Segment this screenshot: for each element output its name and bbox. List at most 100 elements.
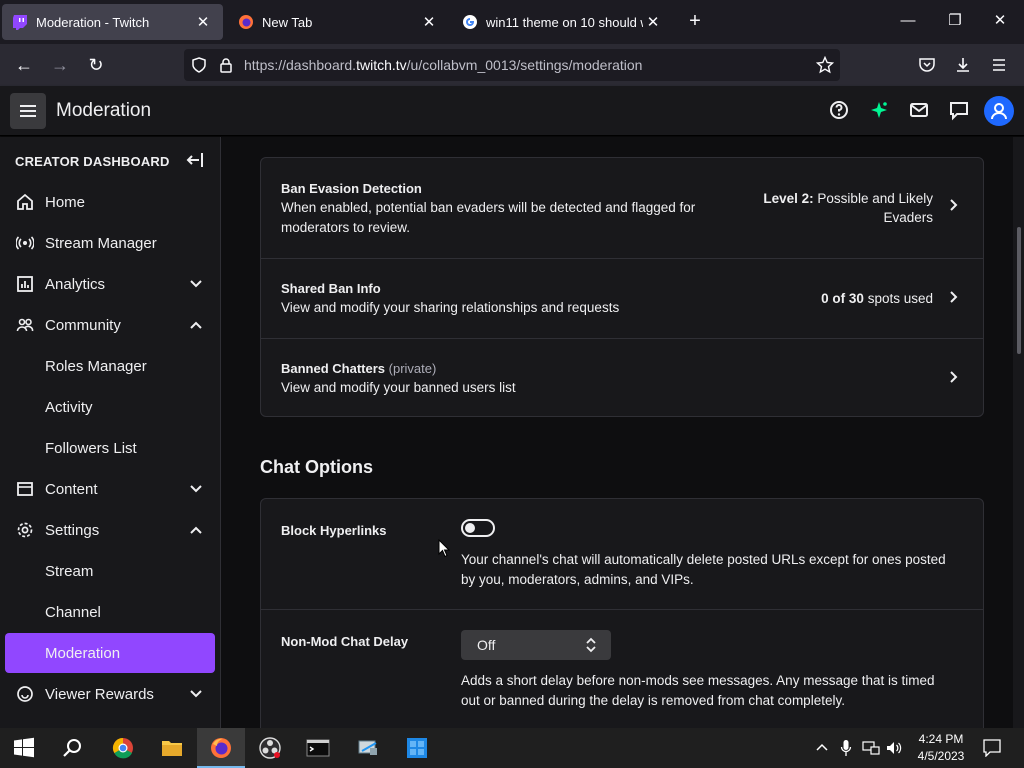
- row-title-muted: (private): [388, 361, 437, 376]
- tab-title: win11 theme on 10 should work: [486, 14, 643, 30]
- window-close-icon[interactable]: ✕: [990, 10, 1010, 32]
- toggle-knob: [465, 523, 475, 533]
- sidebar-item-label: Channel: [45, 603, 101, 621]
- address-bar[interactable]: https://dashboard.twitch.tv/u/collabvm_0…: [184, 49, 840, 81]
- dashboard-top-nav: Moderation: [0, 86, 1024, 136]
- sidebar-item-community[interactable]: Community: [5, 305, 215, 345]
- volume-icon[interactable]: [886, 740, 902, 756]
- bookmark-star-icon[interactable]: [816, 56, 834, 74]
- download-icon[interactable]: [954, 56, 972, 74]
- lock-icon[interactable]: [218, 57, 234, 73]
- browser-tab-strip: Moderation - Twitch ✕ New Tab ✕ win11 th…: [0, 0, 1024, 44]
- twitch-icon: [13, 15, 27, 30]
- avatar[interactable]: [984, 96, 1014, 126]
- terminal-icon[interactable]: [306, 736, 330, 760]
- row-description: View and modify your sharing relationshi…: [281, 300, 620, 315]
- hamburger-menu-button[interactable]: [10, 93, 46, 129]
- chrome-icon[interactable]: [111, 736, 135, 760]
- row-desc-line: out or banned during the delay is remove…: [461, 693, 845, 708]
- notification-center-icon[interactable]: [983, 739, 1001, 757]
- sidebar-item-label: Stream: [45, 562, 94, 580]
- value-rest: Possible and Likely: [813, 191, 933, 206]
- url-prefix: https://dashboard.: [244, 57, 357, 73]
- obs-icon[interactable]: [258, 736, 282, 760]
- non-mod-chat-delay-row: Non-Mod Chat Delay Off Adds a short dela…: [261, 609, 983, 728]
- new-tab-button[interactable]: +: [684, 10, 706, 32]
- value-bold: Level 2:: [763, 191, 814, 206]
- sidebar-header: CREATOR DASHBOARD: [15, 154, 170, 169]
- clock-date[interactable]: 4/5/2023: [914, 749, 968, 763]
- control-panel-icon[interactable]: [356, 736, 380, 760]
- file-explorer-icon[interactable]: [160, 736, 184, 760]
- shared-ban-info-row[interactable]: Shared Ban Info View and modify your sha…: [261, 258, 983, 338]
- windows-start-icon[interactable]: [12, 736, 36, 760]
- row-desc-line: by you, moderators, admins, and VIPs.: [461, 572, 694, 587]
- sidebar-item-stream-manager[interactable]: Stream Manager: [5, 223, 215, 263]
- sidebar-item-followers-list[interactable]: Followers List: [5, 428, 215, 468]
- show-hidden-icons-icon[interactable]: [816, 742, 828, 754]
- firefox-icon: [239, 15, 253, 29]
- value-line2: Evaders: [883, 210, 933, 225]
- whispers-icon[interactable]: [948, 99, 970, 121]
- row-title: Ban Evasion Detection: [281, 181, 422, 196]
- back-button[interactable]: ←: [12, 53, 36, 77]
- minimize-icon[interactable]: —: [898, 10, 918, 32]
- google-icon: [463, 15, 477, 29]
- microphone-icon[interactable]: [840, 739, 852, 757]
- analytics-icon: [5, 275, 45, 293]
- sidebar-item-analytics[interactable]: Analytics: [5, 264, 215, 304]
- chevron-up-icon: [190, 526, 202, 534]
- broadcast-icon: [5, 234, 45, 252]
- sidebar-item-home[interactable]: Home: [5, 182, 215, 222]
- sparkle-icon[interactable]: [868, 99, 890, 121]
- tab-moderation-twitch[interactable]: Moderation - Twitch ✕: [2, 4, 223, 40]
- sidebar-item-viewer-rewards[interactable]: Viewer Rewards: [5, 674, 215, 714]
- url-path: /u/collabvm_0013/settings/moderation: [406, 57, 643, 73]
- tab-google-search[interactable]: win11 theme on 10 should work ✕: [452, 4, 673, 40]
- close-tab-icon[interactable]: ✕: [419, 13, 439, 31]
- sidebar-item-label: Home: [45, 193, 86, 211]
- sidebar-item-label: Settings: [45, 521, 100, 539]
- collapse-sidebar-icon[interactable]: [186, 151, 204, 169]
- sidebar-item-channel[interactable]: Channel: [5, 592, 215, 632]
- help-icon[interactable]: [828, 99, 850, 121]
- sidebar-item-stream[interactable]: Stream: [5, 551, 215, 591]
- sidebar-item-label: Content: [45, 480, 98, 498]
- chevron-right-icon: [950, 291, 958, 303]
- sidebar-item-moderation[interactable]: Moderation: [5, 633, 215, 673]
- sidebar-item-roles-manager[interactable]: Roles Manager: [5, 346, 215, 386]
- firefox-icon[interactable]: [209, 736, 233, 760]
- clock-time[interactable]: 4:24 PM: [918, 732, 964, 746]
- menu-icon[interactable]: [990, 56, 1008, 74]
- network-icon[interactable]: [862, 740, 880, 756]
- sidebar-item-activity[interactable]: Activity: [5, 387, 215, 427]
- tab-new-tab[interactable]: New Tab ✕: [228, 4, 449, 40]
- close-tab-icon[interactable]: ✕: [193, 13, 213, 31]
- scrollbar-thumb[interactable]: [1017, 227, 1021, 354]
- page-scrollbar[interactable]: [1013, 137, 1024, 728]
- sidebar-item-settings[interactable]: Settings: [5, 510, 215, 550]
- pocket-icon[interactable]: [918, 56, 936, 74]
- chevron-up-icon: [190, 321, 202, 329]
- chat-delay-select[interactable]: Off: [461, 630, 611, 660]
- row-title: Non-Mod Chat Delay: [281, 634, 409, 649]
- chevron-right-icon: [950, 199, 958, 211]
- value-bold: 0 of 30: [821, 291, 864, 306]
- sidebar-item-content[interactable]: Content: [5, 469, 215, 509]
- ban-evasion-row[interactable]: Ban Evasion Detection When enabled, pote…: [261, 158, 983, 258]
- creator-dashboard-sidebar: CREATOR DASHBOARD Home Stream Manager An…: [0, 137, 221, 728]
- banned-chatters-row[interactable]: Banned Chatters (private) View and modif…: [261, 338, 983, 418]
- moderation-settings-panel: Ban Evasion Detection When enabled, pote…: [222, 137, 1013, 728]
- windows-taskbar: 4:24 PM 4/5/2023: [0, 728, 1024, 768]
- block-hyperlinks-toggle[interactable]: [461, 519, 495, 537]
- windows-app-icon[interactable]: [405, 736, 429, 760]
- inbox-icon[interactable]: [908, 99, 930, 121]
- sidebar-item-label: Analytics: [45, 275, 106, 293]
- forward-button[interactable]: →: [48, 53, 72, 77]
- close-tab-icon[interactable]: ✕: [643, 13, 663, 31]
- search-icon[interactable]: [61, 736, 85, 760]
- chevron-down-icon: [190, 690, 202, 698]
- restore-icon[interactable]: ❐: [945, 10, 965, 32]
- reload-button[interactable]: ↻: [84, 53, 108, 77]
- shield-icon[interactable]: [191, 57, 207, 73]
